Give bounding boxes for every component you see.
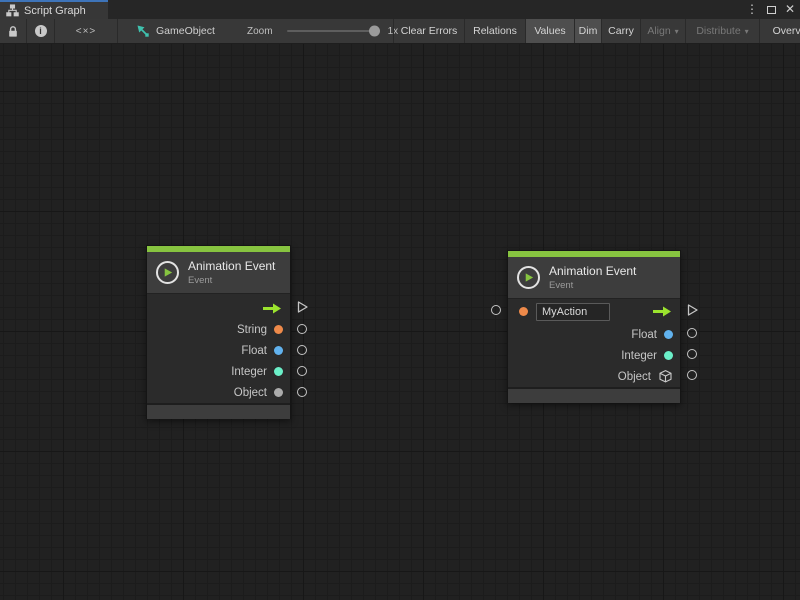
dim-button[interactable]: Dim (574, 19, 601, 43)
flow-input-port[interactable] (491, 305, 501, 315)
carry-button[interactable]: Carry (601, 19, 640, 43)
name-input-port-dot (519, 307, 528, 316)
node-box[interactable]: Animation Event Event (507, 250, 681, 403)
close-icon[interactable]: ✕ (785, 0, 795, 19)
overview-button[interactable]: Overview (759, 19, 800, 43)
flow-arrow-icon (261, 302, 283, 315)
values-button[interactable]: Values (525, 19, 574, 43)
cube-icon (658, 369, 673, 384)
graph-canvas[interactable]: Animation Event Event String (0, 44, 800, 600)
flow-arrow-icon (651, 305, 673, 318)
node-footer (147, 403, 290, 419)
port-row-float: Float (147, 340, 290, 361)
integer-output-port[interactable] (687, 349, 697, 359)
node-title: Animation Event (549, 264, 636, 278)
integer-output-port[interactable] (297, 366, 307, 376)
float-port-dot (664, 330, 673, 339)
port-row-integer: Integer (147, 361, 290, 382)
lock-button[interactable] (0, 19, 27, 43)
lock-icon (7, 25, 19, 38)
port-row-string: String (147, 319, 290, 340)
window-controls: ⋮ ✕ (746, 0, 795, 19)
tab-script-graph[interactable]: Script Graph (0, 0, 108, 19)
graph-icon (6, 4, 19, 17)
script-machine-icon (136, 24, 150, 38)
zoom-label: Zoom (247, 26, 273, 37)
flow-output-port[interactable] (296, 301, 309, 314)
string-output-port[interactable] (297, 324, 307, 334)
event-play-icon (156, 261, 179, 284)
graph-toolbar: i <×> GameObject Zoom 1x Clear (0, 19, 800, 44)
node-subtitle: Event (188, 275, 275, 286)
port-row-object: Object (508, 366, 680, 387)
graph-target[interactable]: GameObject (136, 19, 215, 43)
zoom-slider[interactable] (287, 30, 379, 32)
clear-errors-button[interactable]: Clear Errors (393, 19, 464, 43)
node-animation-event-2[interactable]: Animation Event Event (507, 250, 681, 403)
info-icon: i (35, 25, 47, 37)
tab-bar: Script Graph ⋮ ✕ (0, 0, 800, 19)
distribute-button[interactable]: Distribute ▾ (685, 19, 759, 43)
code-icon: <×> (76, 26, 97, 37)
object-output-port[interactable] (687, 370, 697, 380)
info-button[interactable]: i (27, 19, 55, 43)
string-port-dot (274, 325, 283, 334)
relations-button[interactable]: Relations (464, 19, 525, 43)
script-graph-window: Script Graph ⋮ ✕ i <×> (0, 0, 800, 600)
float-output-port[interactable] (297, 345, 307, 355)
toolbar-buttons: Clear Errors Relations Values Dim Carry … (393, 19, 800, 43)
zoom-slider-thumb[interactable] (369, 26, 380, 37)
port-row-name-input (508, 299, 680, 324)
maximize-icon[interactable] (767, 6, 776, 14)
float-output-port[interactable] (687, 328, 697, 338)
port-row-flow (147, 298, 290, 319)
node-box[interactable]: Animation Event Event String (146, 245, 291, 419)
code-toggle-button[interactable]: <×> (55, 19, 118, 43)
menu-icon[interactable]: ⋮ (746, 0, 758, 19)
node-title: Animation Event (188, 259, 275, 273)
chevron-down-icon: ▾ (675, 27, 679, 36)
port-row-integer: Integer (508, 345, 680, 366)
align-button[interactable]: Align ▾ (640, 19, 685, 43)
node-header[interactable]: Animation Event Event (147, 252, 290, 293)
zoom-control: Zoom 1x (247, 19, 398, 43)
tab-title: Script Graph (24, 5, 86, 17)
node-subtitle: Event (549, 280, 636, 291)
node-animation-event-1[interactable]: Animation Event Event String (146, 245, 291, 419)
port-row-object: Object (147, 382, 290, 403)
integer-port-dot (274, 367, 283, 376)
object-output-port[interactable] (297, 387, 307, 397)
port-row-float: Float (508, 324, 680, 345)
flow-output-port[interactable] (686, 304, 699, 317)
target-label: GameObject (156, 25, 215, 37)
node-header[interactable]: Animation Event Event (508, 257, 680, 298)
event-play-icon (517, 266, 540, 289)
integer-port-dot (664, 351, 673, 360)
event-name-input[interactable] (536, 303, 610, 321)
float-port-dot (274, 346, 283, 355)
node-body: String Float Integer Object (147, 293, 290, 403)
node-footer (508, 387, 680, 403)
node-body: Float Integer Object (508, 298, 680, 387)
chevron-down-icon: ▾ (745, 27, 749, 36)
object-port-dot (274, 388, 283, 397)
